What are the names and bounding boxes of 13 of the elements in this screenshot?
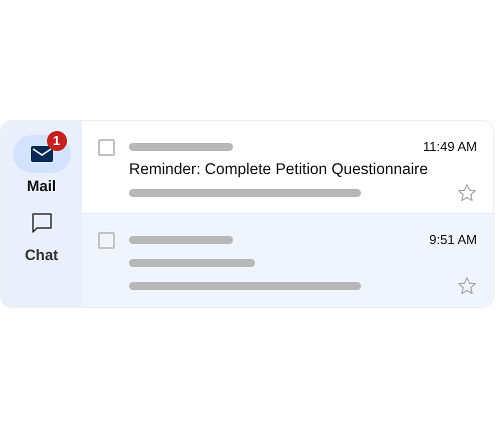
envelope-icon bbox=[30, 146, 52, 162]
checkbox[interactable] bbox=[98, 232, 115, 249]
star-icon[interactable] bbox=[457, 276, 477, 296]
star-icon[interactable] bbox=[457, 183, 477, 203]
checkbox[interactable] bbox=[98, 139, 115, 156]
message-row[interactable]: 11:49 AM Reminder: Complete Petition Questionnaire bbox=[82, 121, 493, 214]
message-row[interactable]: 9:51 AM bbox=[82, 214, 493, 307]
notification-badge: 1 bbox=[46, 131, 66, 151]
message-time: 11:49 AM bbox=[423, 138, 477, 156]
nav-item[interactable]: Chat bbox=[12, 204, 70, 263]
message-time: 9:51 AM bbox=[429, 231, 477, 250]
message-subject: Reminder: Complete Petition Questionnaire bbox=[129, 160, 428, 180]
chat-bubble-icon bbox=[30, 212, 52, 234]
